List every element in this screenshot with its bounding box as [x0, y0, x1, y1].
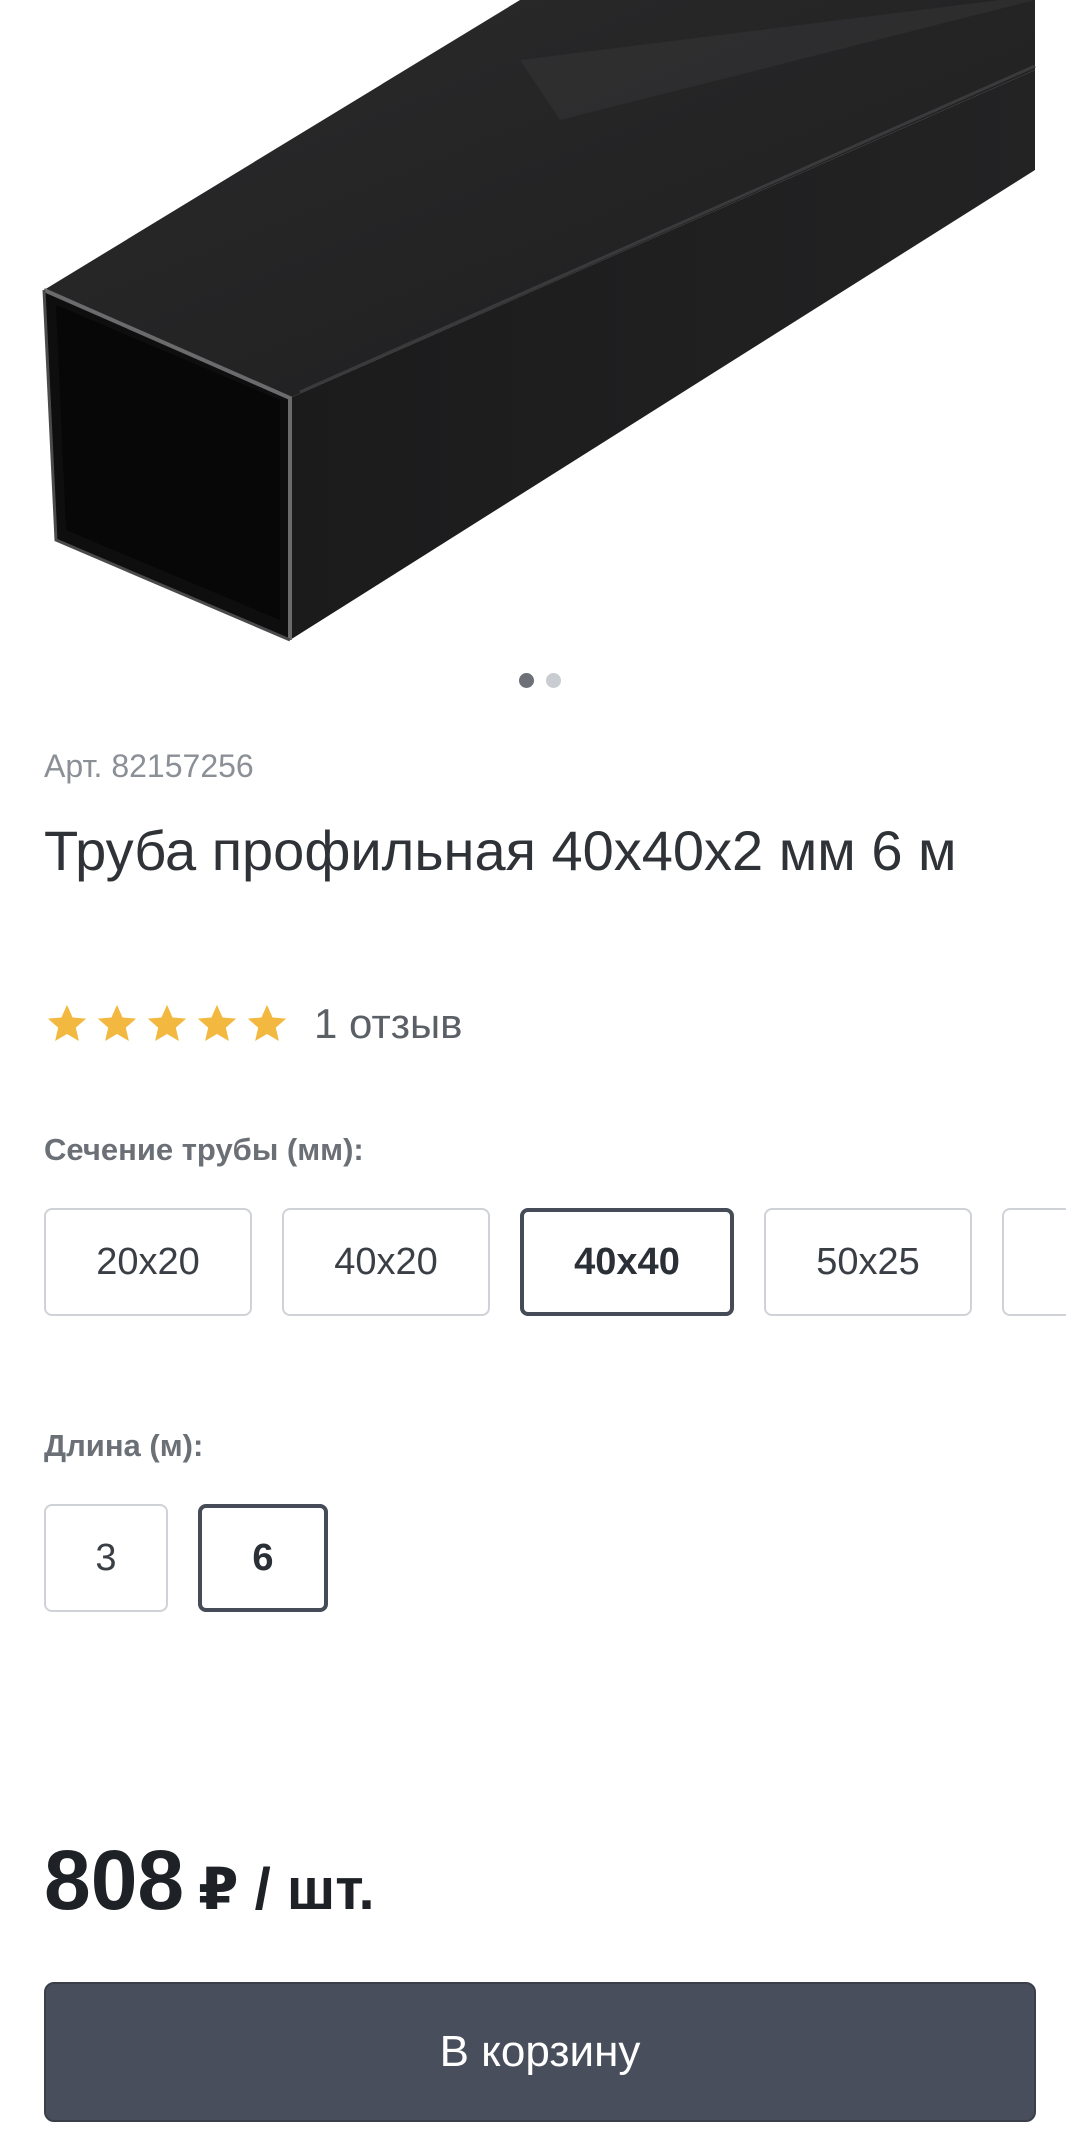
length-options[interactable]: 3 6 [44, 1504, 1066, 1616]
length-option-3[interactable]: 3 [44, 1504, 168, 1612]
star-icon [97, 1004, 137, 1042]
product-image [42, 0, 1036, 642]
section-option-40x20[interactable]: 40x20 [282, 1208, 490, 1316]
reviews-link[interactable]: 1 отзыв [314, 1000, 462, 1048]
price-amount: 808 [44, 1833, 185, 1927]
star-icon [197, 1004, 237, 1042]
star-icon [247, 1004, 287, 1042]
gallery-dot-2[interactable] [546, 673, 561, 688]
length-option-6[interactable]: 6 [198, 1504, 328, 1612]
section-option-20x20[interactable]: 20x20 [44, 1208, 252, 1316]
product-rating[interactable]: 1 отзыв [44, 1000, 462, 1048]
price-unit: ₽ / шт. [198, 1857, 375, 1922]
product-title: Труба профильная 40х40х2 мм 6 м [44, 819, 957, 882]
length-label: Длина (м): [44, 1428, 204, 1463]
section-option-50x25[interactable]: 50x25 [764, 1208, 972, 1316]
product-sku: Арт. 82157256 [44, 748, 254, 784]
gallery-dot-1[interactable] [519, 673, 534, 688]
section-options[interactable]: 20x20 40x20 40x40 50x25 5 [44, 1208, 1066, 1320]
star-icon [147, 1004, 187, 1042]
rating-stars [44, 1001, 290, 1047]
section-label: Сечение трубы (мм): [44, 1132, 364, 1167]
add-to-cart-button[interactable]: В корзину [44, 1982, 1036, 2122]
section-option-40x40[interactable]: 40x40 [520, 1208, 734, 1316]
star-icon [47, 1004, 87, 1042]
section-option-partial[interactable]: 5 [1002, 1208, 1066, 1316]
gallery-pagination [0, 673, 1080, 688]
product-price: 808 ₽ / шт. [44, 1832, 375, 1929]
product-image-gallery[interactable] [0, 0, 1080, 700]
